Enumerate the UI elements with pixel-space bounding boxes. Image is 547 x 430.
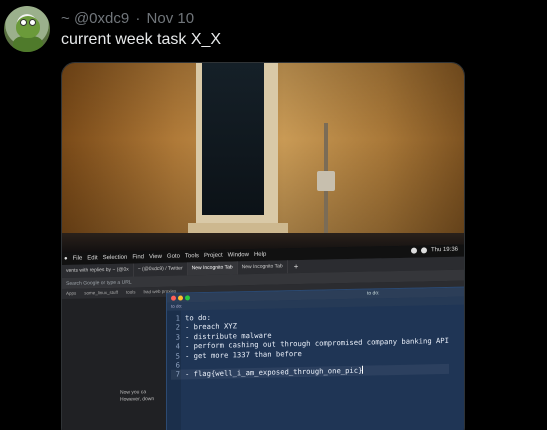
handle-prefix[interactable]: ~	[61, 10, 70, 27]
menu-item: View	[149, 253, 162, 261]
avatar-eye-right	[29, 19, 36, 26]
menubar-status: Thu 19:36	[410, 246, 458, 254]
line-text: to do:	[185, 312, 211, 323]
menu-item: Window	[227, 252, 249, 259]
user-handle[interactable]: @0xdc9	[74, 10, 129, 27]
browser-tab: ~ (@0xdc9) / Twitter	[133, 262, 188, 277]
zoom-icon	[185, 295, 190, 301]
menu-item: File	[72, 255, 83, 262]
line-number: 3	[175, 332, 180, 342]
browser-window: vents with replies by ~ (@0x ~ (@0xdc9) …	[62, 256, 464, 430]
text-editor-window: to do: to do: 1 to do: 2- breach XYZ 3- d…	[166, 286, 464, 430]
tweet-date[interactable]: Nov 10	[147, 10, 195, 27]
menu-item: Tools	[184, 253, 199, 260]
tweet[interactable]: ~ @0xdc9 · Nov 10 current week task X_X …	[0, 0, 547, 430]
line-number: 6	[175, 360, 180, 370]
menu-apple-icon: ●	[64, 255, 68, 262]
editor-window-title: to do:	[367, 290, 380, 297]
tweet-meta: ~ @0xdc9 · Nov 10	[61, 10, 194, 27]
line-number: 7	[175, 369, 180, 380]
menu-item: Project	[203, 252, 223, 260]
menu-item: Goto	[166, 253, 180, 260]
background-page-text: Now you ca However, down	[120, 389, 154, 404]
browser-tab: New Incognito Tab	[187, 261, 238, 276]
menubar-clock: Thu 19:36	[430, 246, 458, 254]
line-number: 1	[175, 313, 180, 323]
line-number: 2	[175, 322, 180, 333]
window-controls	[171, 295, 190, 301]
minimize-icon	[178, 295, 183, 301]
photo-outlet-box	[317, 171, 335, 191]
tweet-text: current week task X_X	[61, 31, 222, 48]
avatar-eye-left	[20, 19, 27, 26]
menu-item: Find	[132, 254, 144, 261]
tweet-photo[interactable]: ● File Edit Selection Find View Goto Too…	[61, 62, 465, 430]
bookmark-item: Apps	[66, 290, 77, 296]
photo-window-glass	[202, 63, 264, 215]
menu-item: Edit	[87, 255, 98, 262]
bookmark-item: tools	[125, 289, 136, 295]
menu-item: Selection	[102, 254, 128, 262]
menu-item: Help	[253, 251, 267, 258]
close-icon	[171, 295, 176, 301]
browser-tab: New Incognito Tab	[237, 260, 288, 275]
photo-laptop-screen: ● File Edit Selection Find View Goto Too…	[62, 244, 464, 430]
avatar-figure-head	[16, 16, 40, 38]
avatar-figure-body	[13, 36, 43, 52]
new-tab-icon: +	[293, 262, 299, 272]
background-line: However, down	[120, 396, 155, 403]
line-number: 4	[175, 341, 180, 351]
wifi-icon	[420, 247, 427, 254]
text-caret	[362, 366, 364, 375]
bookmark-item: some_linux_stuff	[84, 289, 118, 296]
avatar[interactable]	[4, 6, 50, 52]
line-number: 5	[175, 351, 180, 361]
editor-code: 1 to do: 2- breach XYZ 3- distribute malw…	[171, 308, 449, 380]
meta-separator: ·	[135, 10, 141, 27]
status-icon	[410, 247, 417, 254]
